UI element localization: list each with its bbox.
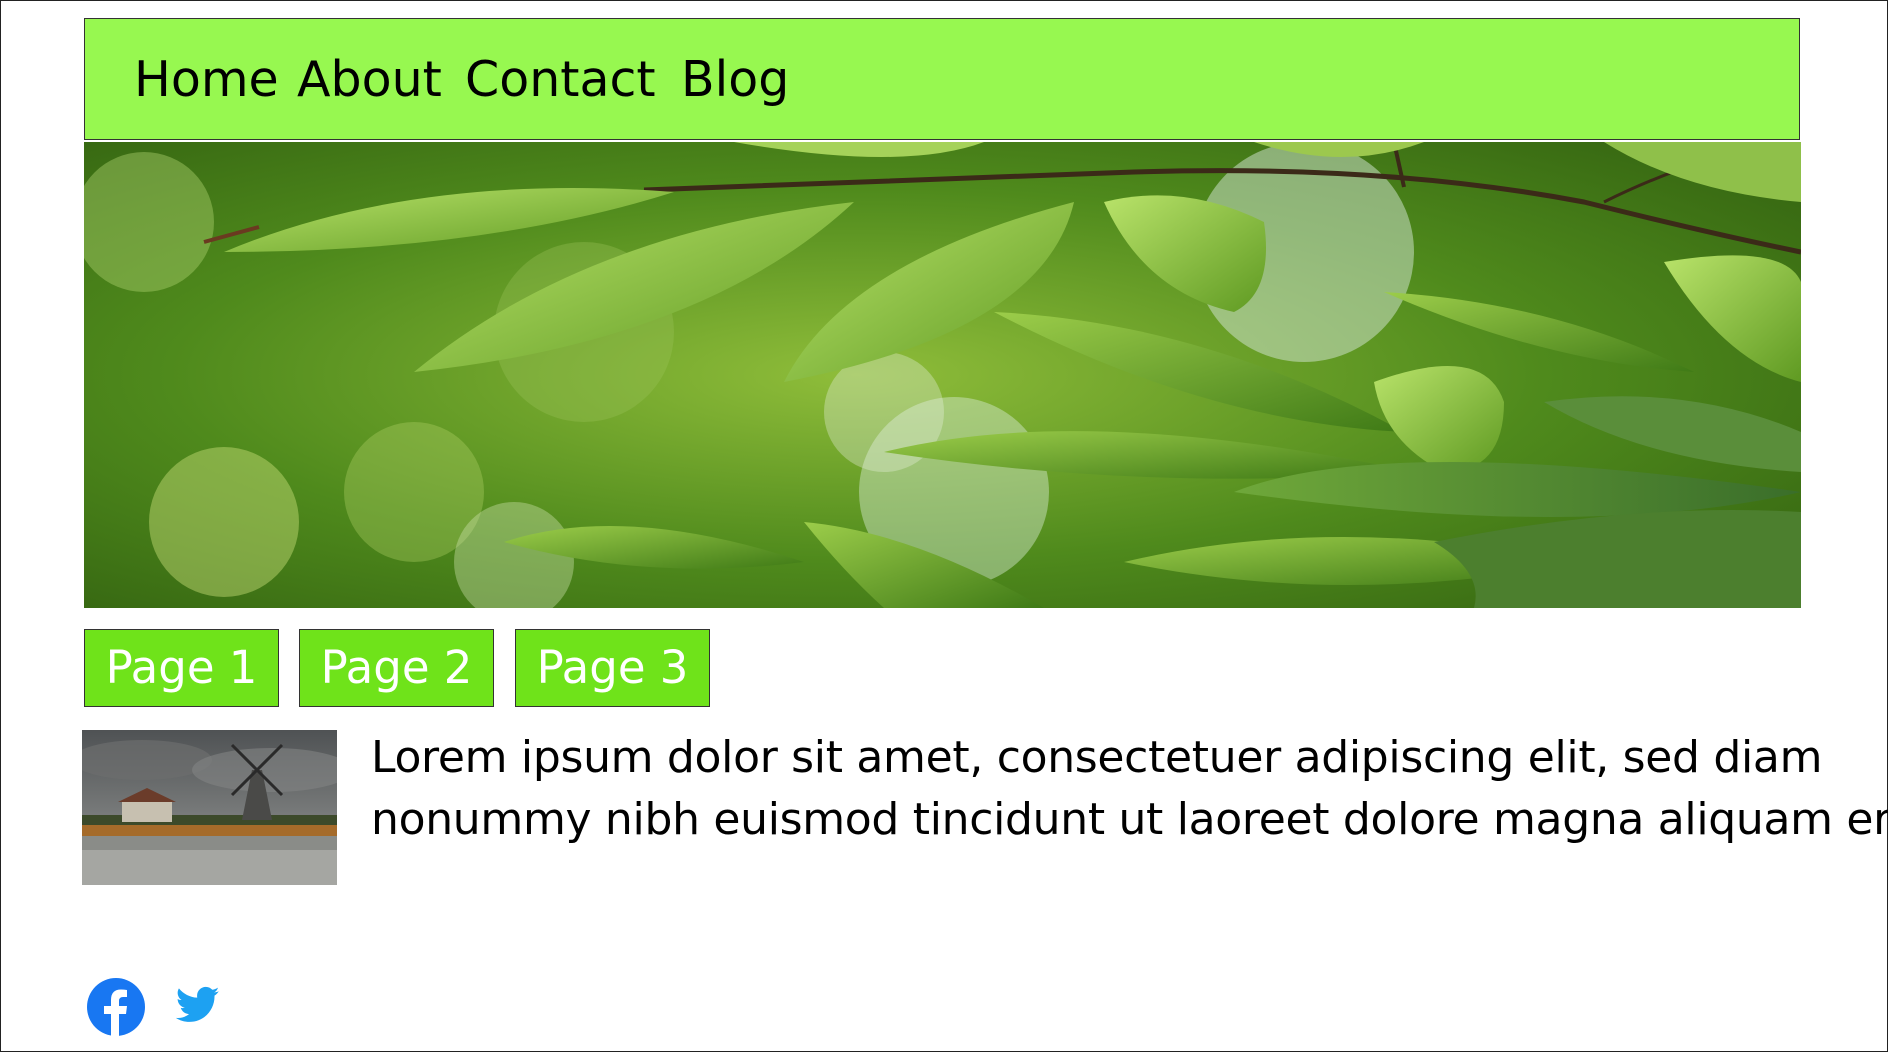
tab-page-3[interactable]: Page 3 [515, 629, 710, 707]
nav-item-about[interactable]: About [297, 51, 442, 110]
article-line-2: nonummy nibh euismod tincidunt ut laoree… [371, 794, 1888, 845]
twitter-icon[interactable] [175, 986, 220, 1028]
hero-leaves-image [84, 142, 1801, 608]
nav-item-contact[interactable]: Contact [465, 51, 656, 110]
nav-item-home[interactable]: Home [134, 51, 279, 110]
article-line-1: Lorem ipsum dolor sit amet, consectetuer… [371, 732, 1823, 783]
windmill-thumbnail-image [82, 730, 337, 885]
tab-page-2[interactable]: Page 2 [299, 629, 494, 707]
top-nav-bar: Home About Contact Blog [84, 18, 1800, 140]
tab-page-1[interactable]: Page 1 [84, 629, 279, 707]
nav-item-blog[interactable]: Blog [681, 51, 789, 110]
article-paragraph: Lorem ipsum dolor sit amet, consectetuer… [371, 727, 1888, 851]
page-frame: Home About Contact Blog Page 1 Page 2 Pa… [0, 0, 1888, 1052]
facebook-icon[interactable] [86, 977, 146, 1041]
